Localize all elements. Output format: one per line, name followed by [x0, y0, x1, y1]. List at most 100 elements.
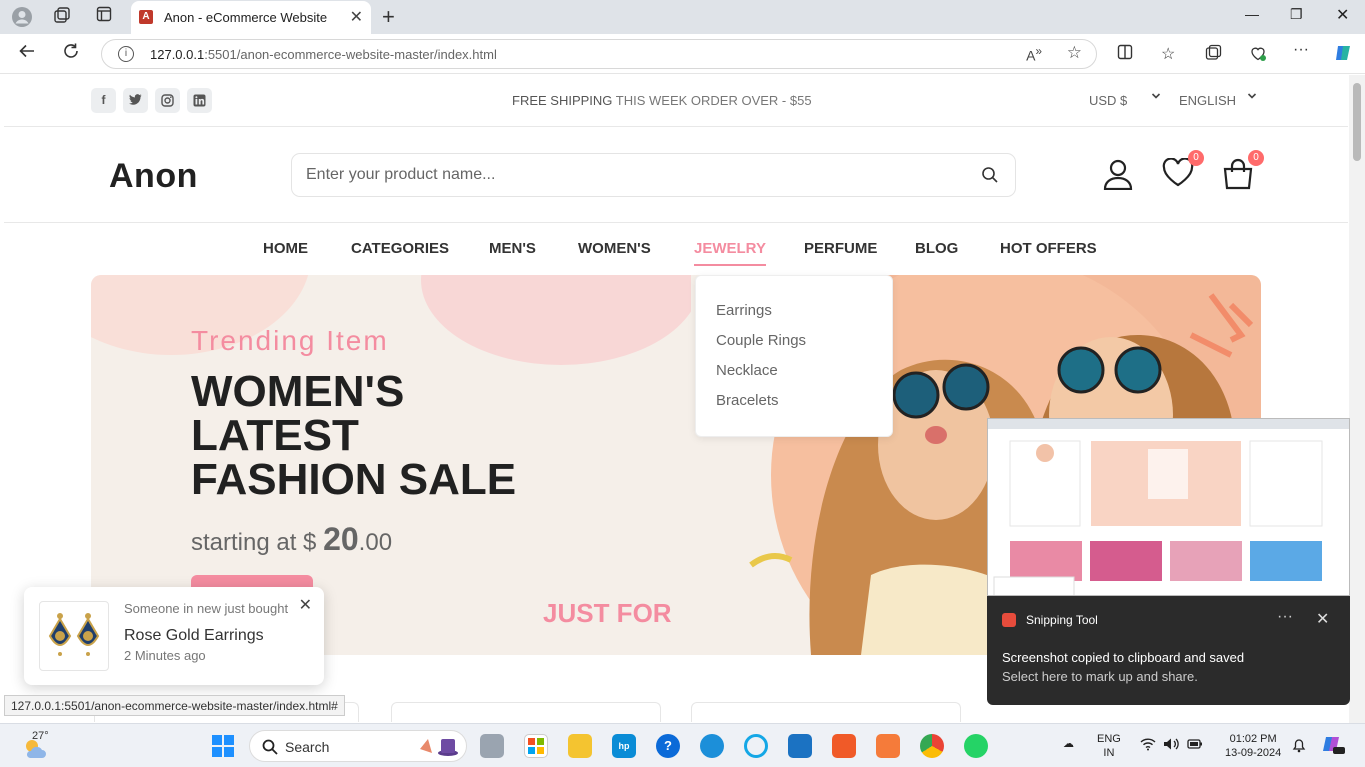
nav-womens[interactable]: WOMEN'S [578, 240, 651, 257]
read-aloud-icon[interactable]: A» [1026, 45, 1042, 64]
dropdown-item-necklace[interactable]: Necklace [716, 362, 778, 379]
page-scrollbar[interactable] [1349, 75, 1365, 723]
copilot-icon[interactable] [1333, 42, 1355, 69]
product-search [291, 153, 1016, 197]
search-highlight-icon [416, 735, 460, 757]
instagram-icon[interactable] [155, 88, 180, 113]
taskbar-search[interactable]: Search [249, 730, 467, 762]
task-view-icon[interactable] [480, 734, 504, 758]
dropdown-item-earrings[interactable]: Earrings [716, 302, 772, 319]
chevron-down-icon [1151, 91, 1161, 104]
dropdown-item-bracelets[interactable]: Bracelets [716, 392, 779, 409]
nav-home[interactable]: HOME [263, 240, 308, 257]
new-tab-button[interactable]: + [382, 4, 395, 30]
file-explorer-icon[interactable] [568, 734, 592, 758]
address-toolbar: i 127.0.0.1:5501/anon-ecommerce-website-… [0, 34, 1365, 74]
restore-icon[interactable]: ❐ [1290, 6, 1303, 23]
refresh-icon[interactable] [62, 42, 80, 65]
snipping-screenshot-thumbnail[interactable] [987, 418, 1350, 596]
banner-subtitle: Trending Item [191, 325, 389, 356]
collections-icon[interactable] [1205, 44, 1222, 66]
myhp-icon[interactable]: hp [612, 734, 636, 758]
user-icon[interactable] [1102, 158, 1134, 195]
nav-categories[interactable]: CATEGORIES [351, 240, 449, 257]
earrings-product-image [39, 601, 109, 671]
tab-actions-icon[interactable] [93, 6, 115, 28]
split-screen-icon[interactable] [1117, 44, 1133, 65]
close-window-icon[interactable]: ✕ [1336, 5, 1349, 25]
url-bar[interactable]: i 127.0.0.1:5501/anon-ecommerce-website-… [101, 39, 1097, 69]
workspaces-icon[interactable] [51, 6, 73, 28]
microsoft-store-icon[interactable] [524, 734, 548, 758]
site-logo[interactable]: Anon [109, 157, 198, 196]
profile-icon[interactable] [11, 6, 33, 28]
shopping-bag-icon[interactable] [1222, 158, 1254, 195]
banner-price: starting at $ 20.00 [191, 521, 393, 557]
browser-tab-strip: A Anon - eCommerce Website ✕ + — ❐ ✕ [0, 0, 1365, 34]
browser-essentials-icon[interactable] [1249, 44, 1267, 67]
search-icon[interactable] [981, 166, 999, 189]
twitter-icon[interactable] [123, 88, 148, 113]
currency-select[interactable]: USD $ [1089, 93, 1127, 108]
close-icon[interactable]: ✕ [299, 595, 312, 615]
notification-subtext: Select here to mark up and share. [1002, 669, 1198, 684]
favorite-star-icon[interactable]: ☆ [1067, 43, 1082, 63]
favorites-icon[interactable]: ☆ [1161, 44, 1175, 64]
chevron-down-icon [1247, 91, 1257, 104]
brave-browser-icon[interactable] [832, 734, 856, 758]
minimize-icon[interactable]: — [1245, 6, 1259, 22]
back-icon[interactable] [18, 42, 36, 65]
copilot-preview-icon[interactable] [1322, 734, 1346, 760]
header-top-bar: f FREE SHIPPING THIS WEEK ORDER OVER - $… [4, 75, 1348, 127]
language-indicator[interactable]: ENG IN [1097, 732, 1121, 760]
windows-taskbar: 27° Search hp ? ☁ ENG IN 01:02 PM 13-09-20… [0, 723, 1365, 767]
toast-label: Someone in new just bought [124, 601, 289, 616]
settings-more-icon[interactable]: ··· [1293, 41, 1309, 59]
nav-hot-offers[interactable]: HOT OFFERS [1000, 240, 1097, 257]
vscode-icon[interactable] [788, 734, 812, 758]
linkedin-icon[interactable] [187, 88, 212, 113]
shipping-notice: FREE SHIPPING THIS WEEK ORDER OVER - $55 [512, 93, 812, 108]
start-button-icon[interactable] [211, 734, 235, 758]
snipping-tool-notification[interactable]: Snipping Tool ··· ✕ Screenshot copied to… [987, 596, 1350, 705]
header-main: Anon 0 0 [4, 127, 1348, 223]
search-input[interactable] [306, 164, 946, 186]
just-for-you-graphic: JUST FOR [543, 598, 672, 628]
cart-count-badge: 0 [1248, 150, 1264, 166]
whatsapp-icon[interactable] [964, 734, 988, 758]
clock[interactable]: 01:02 PM 13-09-2024 [1225, 732, 1281, 760]
get-help-icon[interactable]: ? [656, 734, 680, 758]
active-tab[interactable]: A Anon - eCommerce Website ✕ [131, 1, 371, 34]
toast-time: 2 Minutes ago [124, 648, 206, 663]
tab-title: Anon - eCommerce Website [164, 10, 328, 25]
battery-icon[interactable] [1187, 737, 1203, 755]
nav-mens[interactable]: MEN'S [489, 240, 536, 257]
scrollbar-thumb[interactable] [1353, 83, 1361, 161]
site-info-icon[interactable]: i [118, 46, 134, 62]
close-icon[interactable]: ✕ [1316, 609, 1329, 629]
language-select[interactable]: ENGLISH [1179, 93, 1236, 108]
volume-icon[interactable] [1163, 737, 1179, 755]
status-link-preview: 127.0.0.1:5501/anon-ecommerce-website-ma… [4, 695, 345, 716]
cortana-icon[interactable] [744, 734, 768, 758]
more-options-icon[interactable]: ··· [1277, 608, 1293, 626]
nav-blog[interactable]: BLOG [915, 240, 958, 257]
toast-product-name[interactable]: Rose Gold Earrings [124, 627, 264, 645]
purchase-notification-toast: Someone in new just bought Rose Gold Ear… [24, 587, 324, 685]
edge-browser-icon[interactable] [700, 734, 724, 758]
nav-perfume[interactable]: PERFUME [804, 240, 877, 257]
postman-icon[interactable] [876, 734, 900, 758]
category-card[interactable] [691, 702, 961, 722]
nav-jewelry[interactable]: JEWELRY [694, 240, 766, 266]
main-navigation: HOME CATEGORIES MEN'S WOMEN'S JEWELRY PE… [4, 223, 1348, 275]
close-tab-icon[interactable]: ✕ [350, 7, 363, 27]
jewelry-dropdown: Earrings Couple Rings Necklace Bracelets [695, 275, 893, 437]
dropdown-item-couple-rings[interactable]: Couple Rings [716, 332, 806, 349]
chrome-icon[interactable] [920, 734, 944, 758]
category-card[interactable] [391, 702, 661, 722]
wishlist-count-badge: 0 [1188, 150, 1204, 166]
onedrive-icon[interactable]: ☁ [1063, 737, 1074, 751]
wifi-icon[interactable] [1140, 737, 1156, 755]
facebook-icon[interactable]: f [91, 88, 116, 113]
notifications-icon[interactable] [1291, 737, 1307, 757]
